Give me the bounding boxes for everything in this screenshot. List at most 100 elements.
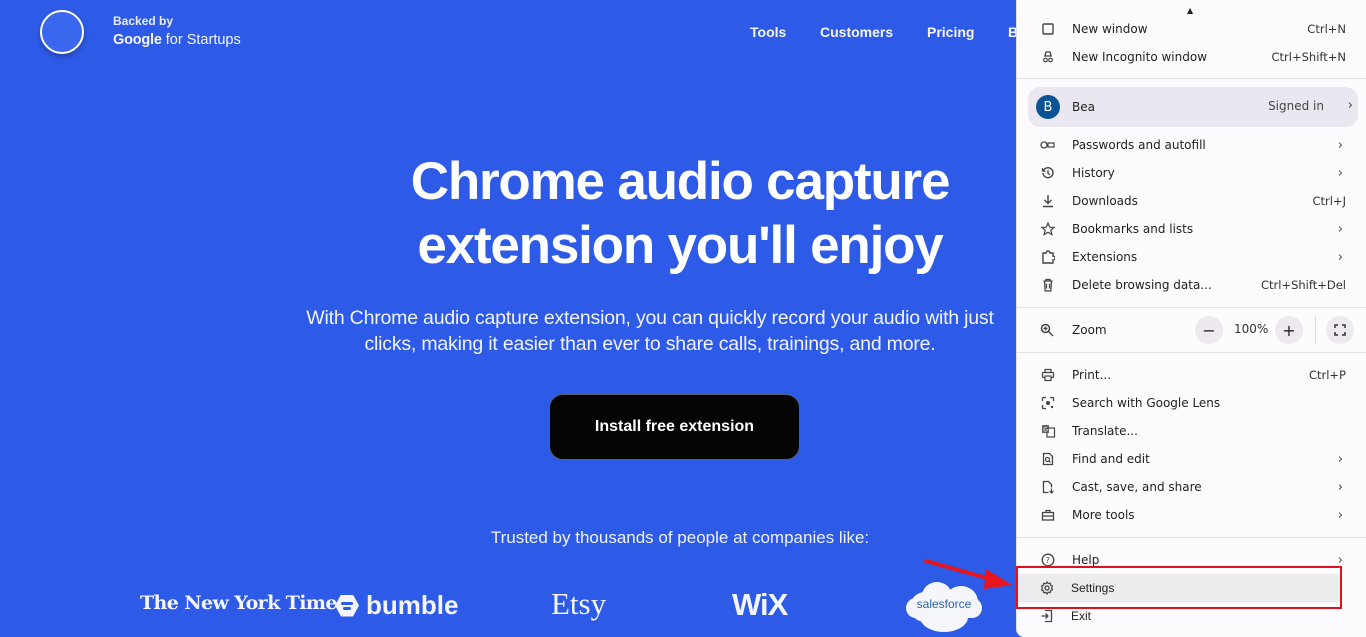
menu-item-label: New window	[1072, 22, 1148, 36]
nyt-logo: The New York Times	[140, 592, 348, 614]
menu-separator	[1017, 352, 1366, 353]
bumble-logo: bumble	[335, 590, 458, 621]
menu-item-new-incognito-window[interactable]: New Incognito window Ctrl+Shift+N	[1017, 43, 1366, 71]
menu-item-shortcut: Ctrl+J	[1312, 194, 1347, 208]
menu-item-label: Translate...	[1072, 424, 1138, 438]
hero-title-line-2: extension you'll enjoy	[417, 216, 943, 275]
hero-title: Chrome audio capture extension you'll en…	[300, 150, 1060, 278]
hero-title-line-1: Chrome audio capture	[410, 152, 951, 211]
chevron-right-icon: ›	[1337, 249, 1343, 265]
for-startups-text: for Startups	[161, 32, 241, 48]
menu-caret-icon: ▲	[1187, 6, 1194, 15]
svg-text:G: G	[1043, 427, 1048, 434]
trash-icon	[1040, 277, 1056, 293]
google-for-startups-label: Google for Startups	[113, 32, 241, 48]
print-icon	[1040, 367, 1056, 383]
menu-item-label: History	[1072, 166, 1115, 180]
lens-icon	[1040, 395, 1056, 411]
menu-item-exit[interactable]: Exit	[1016, 602, 1366, 630]
hero-subtitle-line-1: With Chrome audio capture extension, you…	[306, 307, 994, 329]
zoom-in-icon	[1040, 322, 1054, 341]
menu-item-label: Search with Google Lens	[1072, 396, 1221, 410]
trusted-by-text: Trusted by thousands of people at compan…	[490, 528, 870, 547]
profile-name: Bea	[1072, 100, 1095, 114]
help-icon: ?	[1040, 552, 1056, 568]
hero-subtitle-line-2: clicks, making it easier than ever to sh…	[364, 333, 936, 355]
gear-icon	[1039, 580, 1055, 596]
menu-item-more-tools[interactable]: More tools ›	[1017, 501, 1366, 529]
menu-item-shortcut: Ctrl+Shift+N	[1271, 50, 1346, 64]
nav-pricing[interactable]: Pricing	[927, 24, 974, 40]
menu-item-shortcut: Ctrl+Shift+Del	[1261, 278, 1346, 292]
menu-item-passwords[interactable]: Passwords and autofill ›	[1017, 131, 1366, 159]
menu-item-downloads[interactable]: Downloads Ctrl+J	[1017, 187, 1366, 215]
key-icon	[1040, 137, 1056, 153]
menu-item-label: New Incognito window	[1072, 50, 1208, 64]
menu-item-find-and-edit[interactable]: Find and edit ›	[1017, 445, 1366, 473]
chevron-right-icon: ›	[1347, 98, 1353, 113]
puzzle-icon	[1040, 249, 1056, 265]
profile-status: Signed in	[1268, 99, 1324, 113]
zoom-row: Zoom − 100% +	[1017, 314, 1366, 346]
menu-item-help[interactable]: ? Help ›	[1017, 546, 1366, 574]
menu-item-new-window[interactable]: New window Ctrl+N	[1017, 15, 1366, 43]
menu-item-label: Help	[1072, 553, 1100, 567]
hero-subtitle: With Chrome audio capture extension, you…	[260, 305, 1040, 357]
menu-item-bookmarks[interactable]: Bookmarks and lists ›	[1017, 215, 1366, 243]
chevron-right-icon: ›	[1337, 507, 1343, 523]
menu-item-label: Exit	[1071, 609, 1092, 623]
zoom-in-button[interactable]: +	[1275, 316, 1303, 344]
menu-item-settings[interactable]: Settings	[1016, 574, 1366, 602]
incognito-icon	[1040, 49, 1056, 65]
chevron-right-icon: ›	[1337, 165, 1343, 181]
fullscreen-button[interactable]	[1326, 316, 1354, 344]
menu-item-cast-save-share[interactable]: Cast, save, and share ›	[1017, 473, 1366, 501]
menu-item-label: Print...	[1072, 368, 1112, 382]
cast-save-icon	[1040, 479, 1056, 495]
menu-item-delete-browsing-data[interactable]: Delete browsing data... Ctrl+Shift+Del	[1017, 271, 1366, 299]
menu-separator	[1017, 307, 1366, 308]
menu-item-label: Extensions	[1072, 250, 1138, 264]
menu-separator	[1017, 537, 1366, 538]
menu-item-translate[interactable]: G Translate...	[1017, 417, 1366, 445]
chevron-right-icon: ›	[1337, 552, 1343, 568]
star-icon	[1040, 221, 1056, 237]
wix-logo: WiX	[732, 587, 788, 622]
salesforce-wordmark: salesforce	[916, 597, 972, 611]
menu-item-label: Cast, save, and share	[1072, 480, 1202, 494]
avatar: B	[1036, 95, 1060, 119]
menu-item-label: Passwords and autofill	[1072, 138, 1206, 152]
zoom-divider	[1315, 316, 1316, 344]
install-extension-button[interactable]: Install free extension	[549, 394, 800, 460]
bumble-hex-icon	[335, 594, 359, 617]
menu-item-label: Delete browsing data...	[1072, 278, 1212, 292]
toolbox-icon	[1040, 507, 1056, 523]
google-wordmark: Google	[113, 32, 162, 48]
new-window-icon	[1040, 21, 1056, 37]
menu-item-google-lens[interactable]: Search with Google Lens	[1017, 389, 1366, 417]
nav-customers[interactable]: Customers	[820, 24, 893, 40]
exit-icon	[1039, 608, 1055, 624]
fullscreen-icon	[1334, 324, 1346, 336]
menu-item-label: More tools	[1072, 508, 1135, 522]
backed-by-label: Backed by	[113, 14, 174, 28]
history-icon	[1040, 165, 1056, 181]
menu-item-print[interactable]: Print... Ctrl+P	[1017, 361, 1366, 389]
chevron-right-icon: ›	[1337, 479, 1343, 495]
menu-item-extensions[interactable]: Extensions ›	[1017, 243, 1366, 271]
menu-item-label: Settings	[1071, 581, 1115, 595]
menu-item-label: Find and edit	[1072, 452, 1150, 466]
chevron-right-icon: ›	[1337, 451, 1343, 467]
chevron-right-icon: ›	[1337, 137, 1343, 153]
menu-separator	[1017, 78, 1366, 79]
nav-tools[interactable]: Tools	[750, 24, 786, 40]
profile-item[interactable]: B Bea Signed in ›	[1028, 87, 1358, 127]
svg-text:?: ?	[1046, 556, 1050, 565]
download-icon	[1040, 193, 1056, 209]
menu-item-history[interactable]: History ›	[1017, 159, 1366, 187]
site-logo[interactable]	[40, 10, 84, 54]
zoom-out-button[interactable]: −	[1195, 316, 1223, 344]
etsy-logo: Etsy	[551, 586, 607, 621]
find-icon	[1040, 451, 1056, 467]
menu-item-shortcut: Ctrl+N	[1307, 22, 1346, 36]
